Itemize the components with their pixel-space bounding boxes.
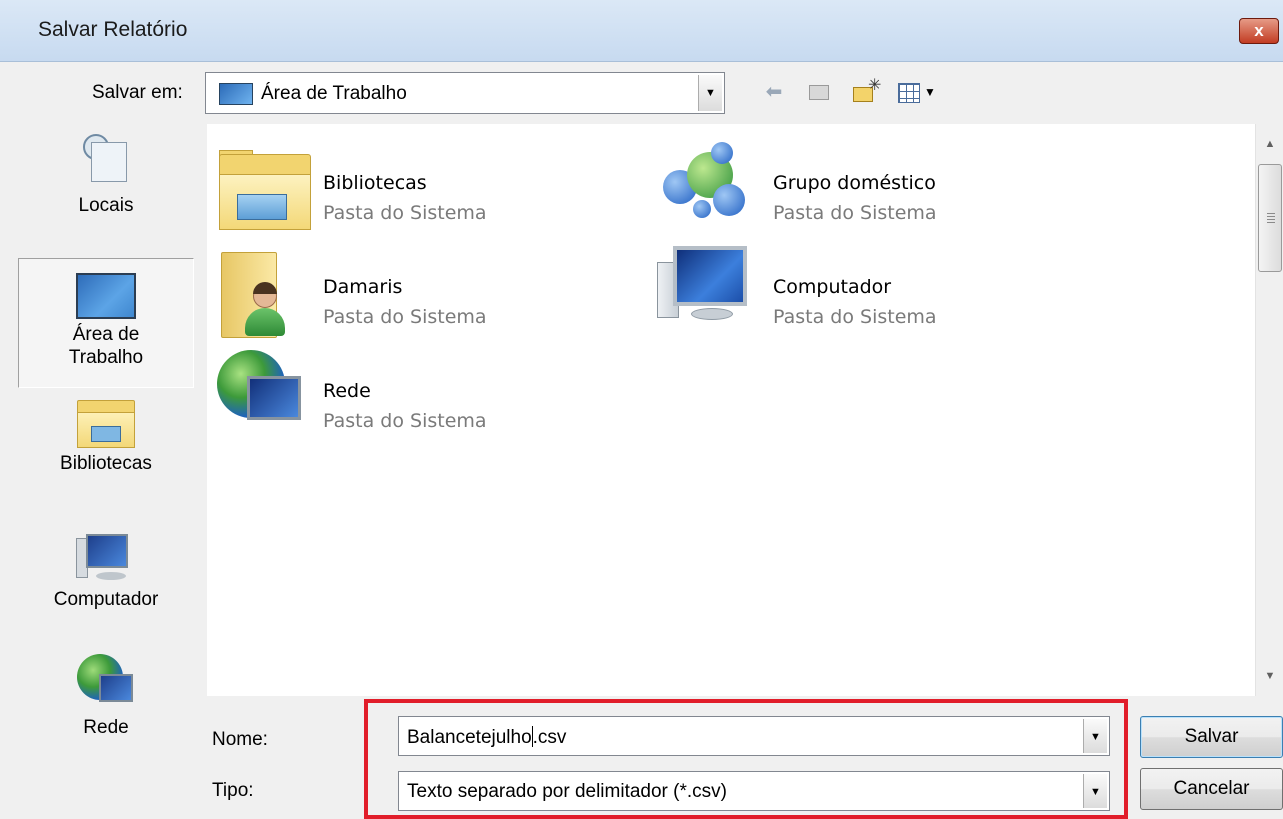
vertical-scrollbar[interactable]: ▲ ▼ bbox=[1255, 124, 1283, 696]
scroll-up-icon[interactable]: ▲ bbox=[1256, 124, 1283, 164]
back-arrow-icon[interactable]: ⬅ bbox=[760, 78, 788, 106]
item-name: Bibliotecas bbox=[323, 172, 427, 194]
places-bar: Locais Área de Trabalho Bibliotecas Comp… bbox=[0, 124, 202, 819]
place-label: Locais bbox=[78, 195, 134, 216]
list-item-grupo-domestico[interactable]: Grupo doméstico Pasta do Sistema bbox=[657, 138, 1077, 234]
user-folder-icon bbox=[207, 242, 307, 338]
scroll-down-icon[interactable]: ▼ bbox=[1256, 656, 1283, 696]
cancel-button[interactable]: Cancelar bbox=[1140, 768, 1283, 810]
place-label: Computador bbox=[53, 589, 159, 610]
list-item-damaris[interactable]: Damaris Pasta do Sistema bbox=[207, 242, 627, 338]
desktop-icon bbox=[219, 83, 253, 105]
item-type: Pasta do Sistema bbox=[323, 306, 487, 328]
up-folder-icon[interactable] bbox=[806, 78, 832, 106]
place-libraries[interactable]: Bibliotecas bbox=[18, 396, 194, 496]
new-folder-icon[interactable]: ✳ bbox=[850, 77, 884, 106]
recent-places-icon bbox=[79, 134, 133, 190]
item-type: Pasta do Sistema bbox=[323, 202, 487, 224]
save-button[interactable]: Salvar bbox=[1140, 716, 1283, 758]
network-icon bbox=[77, 654, 135, 712]
list-item-rede[interactable]: Rede Pasta do Sistema bbox=[207, 346, 627, 442]
title-bar: Salvar Relatório x bbox=[0, 0, 1283, 62]
close-icon: x bbox=[1254, 21, 1264, 40]
close-button[interactable]: x bbox=[1239, 18, 1279, 44]
file-name-label: Nome: bbox=[212, 729, 268, 750]
network-icon bbox=[207, 346, 307, 442]
computer-icon bbox=[76, 532, 136, 584]
libraries-folder-icon bbox=[207, 138, 311, 234]
place-recent[interactable]: Locais bbox=[18, 134, 194, 246]
highlight-box bbox=[364, 699, 1128, 819]
item-name: Damaris bbox=[323, 276, 403, 298]
libraries-icon bbox=[77, 396, 135, 448]
chevron-down-icon[interactable]: ▼ bbox=[698, 75, 722, 111]
save-in-value: Área de Trabalho bbox=[261, 83, 407, 104]
save-in-label: Salvar em: bbox=[92, 82, 183, 103]
place-desktop[interactable]: Área de Trabalho bbox=[18, 258, 194, 388]
place-computer[interactable]: Computador bbox=[18, 532, 194, 632]
place-label: Área de bbox=[72, 324, 140, 345]
scroll-thumb[interactable] bbox=[1258, 164, 1282, 272]
item-type: Pasta do Sistema bbox=[773, 306, 937, 328]
place-label: Rede bbox=[83, 717, 129, 738]
place-label: Bibliotecas bbox=[60, 453, 152, 474]
item-type: Pasta do Sistema bbox=[773, 202, 937, 224]
place-network[interactable]: Rede bbox=[18, 654, 194, 754]
list-item-computador[interactable]: Computador Pasta do Sistema bbox=[657, 242, 1077, 338]
item-name: Grupo doméstico bbox=[773, 172, 936, 194]
place-label: Trabalho bbox=[68, 347, 144, 368]
homegroup-icon bbox=[657, 138, 757, 234]
save-in-dropdown[interactable]: Área de Trabalho ▼ bbox=[205, 72, 725, 114]
views-menu-icon[interactable]: ▼ bbox=[896, 78, 946, 106]
item-name: Rede bbox=[323, 380, 371, 402]
item-type: Pasta do Sistema bbox=[323, 410, 487, 432]
list-item-bibliotecas[interactable]: Bibliotecas Pasta do Sistema bbox=[207, 138, 627, 234]
desktop-icon bbox=[76, 273, 136, 319]
item-name: Computador bbox=[773, 276, 892, 298]
window-title: Salvar Relatório bbox=[38, 18, 188, 41]
file-list[interactable]: Bibliotecas Pasta do Sistema Grupo domés… bbox=[207, 124, 1255, 696]
computer-icon bbox=[657, 242, 757, 338]
file-type-label: Tipo: bbox=[212, 780, 254, 801]
